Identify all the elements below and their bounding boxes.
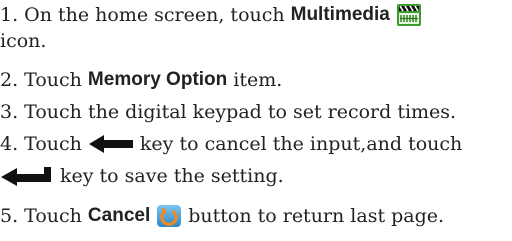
step-4-tail: key to save the setting.: [60, 165, 284, 187]
step-5-text: 5. Touch: [0, 205, 82, 227]
step-1-text: 1. On the home screen, touch: [0, 4, 285, 26]
cancel-icon: [157, 205, 182, 227]
multimedia-icon: [396, 4, 421, 26]
cancel-label: Cancel: [87, 205, 151, 226]
backspace-arrow-icon: [88, 135, 133, 153]
multimedia-label: Multimedia: [290, 4, 390, 25]
step-5-tail: button to return last page.: [188, 205, 445, 227]
step-2-tail: item.: [233, 69, 283, 91]
step-2-text: 2. Touch: [0, 69, 82, 91]
step-4: 4. Touch key to cancel the input,and tou…: [0, 131, 462, 157]
save-arrow-icon: [1, 167, 51, 186]
step-1: 1. On the home screen, touch Multimedia: [0, 2, 422, 28]
step-3: 3. Touch the digital keypad to set recor…: [0, 99, 456, 125]
step-4-text: 4. Touch: [0, 133, 82, 155]
step-4-middle: key to cancel the input,and touch: [139, 133, 463, 155]
step-1-tail: icon.: [0, 30, 47, 52]
step-4-continuation: key to save the setting.: [0, 163, 284, 189]
instruction-list: 1. On the home screen, touch Multimedia …: [0, 0, 512, 241]
step-2: 2. Touch Memory Option item.: [0, 67, 282, 93]
step-5: 5. Touch Cancel button to return last pa…: [0, 203, 444, 229]
step-1-continuation: icon.: [0, 28, 46, 54]
step-3-text: 3. Touch the digital keypad to set recor…: [0, 101, 457, 123]
memory-option-label: Memory Option: [87, 69, 228, 90]
